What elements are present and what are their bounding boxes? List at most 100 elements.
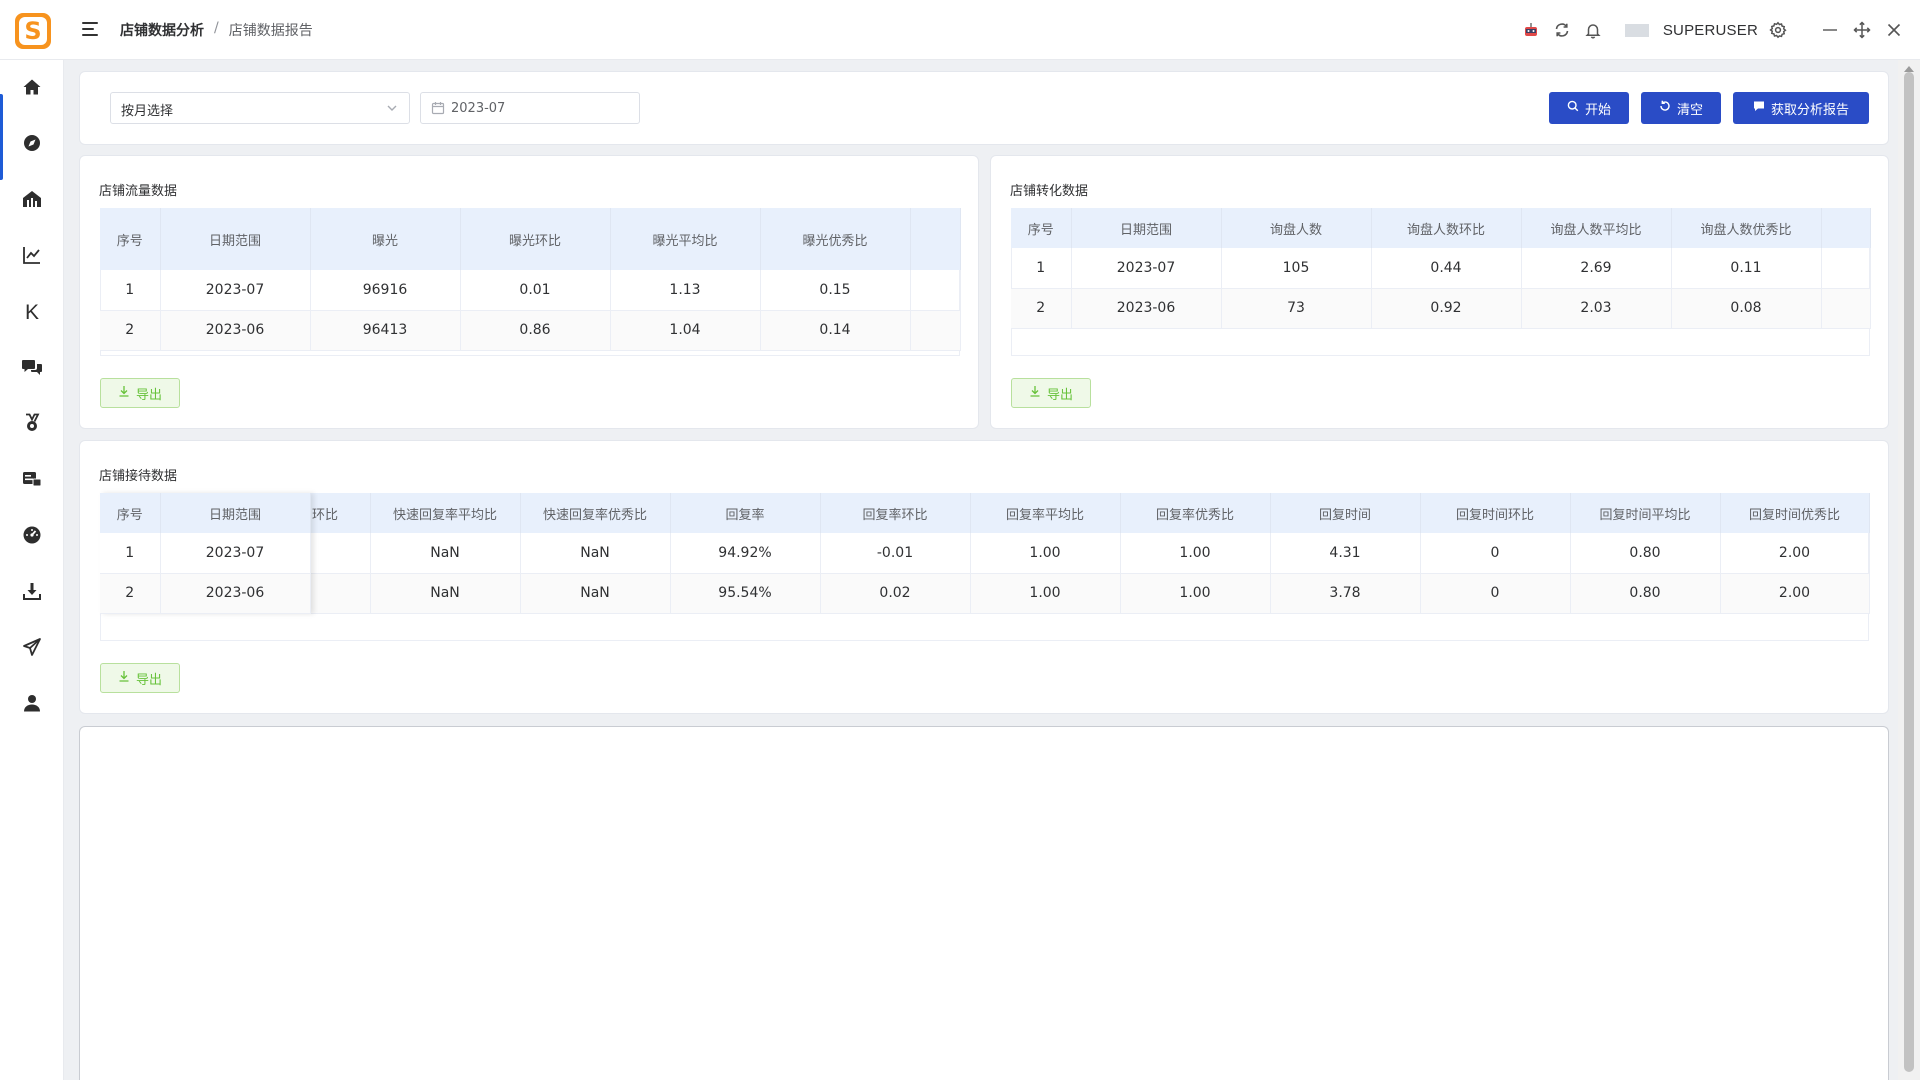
- table-row[interactable]: 2 2023-06 96413 0.86 1.04 0.14: [100, 310, 961, 351]
- start-button[interactable]: 开始: [1549, 92, 1629, 124]
- calendar-icon: [431, 101, 445, 119]
- close-icon[interactable]: [1884, 20, 1904, 40]
- column-header[interactable]: 回复率平均比: [970, 493, 1121, 533]
- sidebar-item-store[interactable]: [0, 179, 64, 223]
- table-cell: 73: [1221, 288, 1372, 329]
- column-header[interactable]: 曝光优秀比: [760, 208, 911, 270]
- column-header[interactable]: 曝光平均比: [610, 208, 761, 270]
- sidebar-item-chat[interactable]: [0, 347, 64, 391]
- table-cell: 4.31: [1270, 533, 1421, 574]
- report-content-area: [79, 726, 1889, 1080]
- top-actions: SUPERUSER: [1521, 0, 1920, 60]
- table-cell: 1.00: [970, 573, 1121, 614]
- table-row[interactable]: NaN NaN 95.54% 0.02 1.00 1.00 3.78 0 0.8…: [310, 573, 1870, 614]
- table-cell: 1: [100, 533, 161, 574]
- download-icon: [1029, 385, 1041, 401]
- app-logo[interactable]: S: [15, 13, 51, 49]
- table-row[interactable]: NaN NaN 94.92% -0.01 1.00 1.00 4.31 0 0.…: [310, 533, 1870, 574]
- get-report-button[interactable]: 获取分析报告: [1733, 92, 1869, 124]
- menu-toggle-icon[interactable]: [80, 18, 102, 40]
- period-mode-select[interactable]: 按月选择: [110, 92, 410, 124]
- traffic-export-button[interactable]: 导出: [100, 378, 180, 408]
- column-header[interactable]: 快速回复率优秀比: [520, 493, 671, 533]
- column-header[interactable]: 曝光: [310, 208, 461, 270]
- conversion-panel: 店铺转化数据 序号 日期范围 询盘人数 询盘人数环比 询盘人数平均比 询盘人数优…: [990, 155, 1889, 429]
- clear-button[interactable]: 清空: [1641, 92, 1721, 124]
- column-header[interactable]: 回复时间平均比: [1570, 493, 1721, 533]
- avatar[interactable]: [1624, 23, 1649, 37]
- column-header[interactable]: 回复时间: [1270, 493, 1421, 533]
- column-header[interactable]: 回复率环比: [820, 493, 971, 533]
- sidebar-item-products[interactable]: [0, 459, 64, 503]
- column-header[interactable]: 回复时间环比: [1420, 493, 1571, 533]
- scrollbar-thumb[interactable]: [1904, 72, 1914, 1072]
- column-header[interactable]: 序号: [100, 208, 161, 270]
- column-header[interactable]: 询盘人数环比: [1371, 208, 1522, 248]
- column-header[interactable]: 序号: [1011, 208, 1072, 248]
- column-header[interactable]: 曝光环比: [460, 208, 611, 270]
- page-scrollbar[interactable]: [1898, 60, 1920, 1080]
- reception-table[interactable]: 环比 快速回复率平均比 快速回复率优秀比 回复率 回复率环比 回复率平均比 回复…: [310, 493, 1870, 614]
- column-header[interactable]: 环比: [310, 493, 371, 533]
- month-picker[interactable]: [420, 92, 640, 124]
- breadcrumb-parent[interactable]: 店铺数据分析: [120, 20, 204, 40]
- column-header-filler: [910, 208, 961, 270]
- sidebar-item-download[interactable]: [0, 571, 64, 615]
- settings-gear-icon[interactable]: [1768, 20, 1788, 40]
- sidebar-item-dashboard[interactable]: [0, 515, 64, 559]
- column-header[interactable]: 快速回复率平均比: [370, 493, 521, 533]
- top-bar: S 店铺数据分析 / 店铺数据报告 SUPERUSER: [0, 0, 1920, 60]
- table-cell: 2023-07: [160, 533, 311, 574]
- table-cell: 2023-07: [160, 270, 311, 311]
- table-cell: 3.78: [1270, 573, 1421, 614]
- sidebar-item-explore[interactable]: [0, 123, 64, 167]
- table-cell: 2: [100, 573, 161, 614]
- move-icon[interactable]: [1852, 20, 1872, 40]
- column-header[interactable]: 回复率优秀比: [1120, 493, 1271, 533]
- table-cell: 1: [1011, 248, 1072, 289]
- column-header[interactable]: 询盘人数: [1221, 208, 1372, 248]
- table-cell: [310, 573, 371, 614]
- column-header[interactable]: 回复率: [670, 493, 821, 533]
- conversion-table: 序号 日期范围 询盘人数 询盘人数环比 询盘人数平均比 询盘人数优秀比 1 20…: [1011, 208, 1871, 329]
- table-cell: [310, 533, 371, 574]
- column-header[interactable]: 日期范围: [160, 493, 311, 533]
- start-button-label: 开始: [1584, 102, 1611, 118]
- username[interactable]: SUPERUSER: [1663, 22, 1758, 39]
- column-header[interactable]: 序号: [100, 493, 161, 533]
- sidebar-item-user[interactable]: [0, 683, 64, 727]
- table-row[interactable]: 1 2023-07 105 0.44 2.69 0.11: [1011, 248, 1871, 289]
- table-cell: 95.54%: [670, 573, 821, 614]
- column-header[interactable]: 询盘人数优秀比: [1671, 208, 1822, 248]
- refresh-icon[interactable]: [1552, 20, 1572, 40]
- table-cell: 1.13: [610, 270, 761, 311]
- get-report-button-label: 获取分析报告: [1770, 102, 1849, 118]
- column-header[interactable]: 日期范围: [160, 208, 311, 270]
- chat-icon: [21, 357, 43, 381]
- column-header[interactable]: 询盘人数平均比: [1521, 208, 1672, 248]
- month-input[interactable]: [451, 98, 631, 118]
- table-cell: 2.00: [1720, 533, 1870, 574]
- reception-export-label: 导出: [135, 672, 162, 688]
- conversion-export-button[interactable]: 导出: [1011, 378, 1091, 408]
- minimize-icon[interactable]: [1820, 20, 1840, 40]
- sidebar-item-awards[interactable]: [0, 403, 64, 447]
- robot-icon[interactable]: [1521, 20, 1541, 40]
- table-cell: 105: [1221, 248, 1372, 289]
- sidebar-item-home[interactable]: [0, 67, 64, 111]
- table-cell: 96916: [310, 270, 461, 311]
- bell-icon[interactable]: [1583, 20, 1603, 40]
- table-row[interactable]: 1 2023-07: [100, 533, 311, 574]
- conversion-export-label: 导出: [1046, 387, 1073, 403]
- sidebar-item-k[interactable]: K: [0, 291, 64, 335]
- sidebar-item-trend[interactable]: [0, 235, 64, 279]
- reception-export-button[interactable]: 导出: [100, 663, 180, 693]
- table-row[interactable]: 2 2023-06: [100, 573, 311, 614]
- sidebar-item-send[interactable]: [0, 627, 64, 671]
- table-row[interactable]: 1 2023-07 96916 0.01 1.13 0.15: [100, 270, 961, 311]
- table-cell: 2: [1011, 288, 1072, 329]
- table-row[interactable]: 2 2023-06 73 0.92 2.03 0.08: [1011, 288, 1871, 329]
- column-header[interactable]: 日期范围: [1071, 208, 1222, 248]
- sidebar: K: [0, 60, 64, 1080]
- column-header[interactable]: 回复时间优秀比: [1720, 493, 1870, 533]
